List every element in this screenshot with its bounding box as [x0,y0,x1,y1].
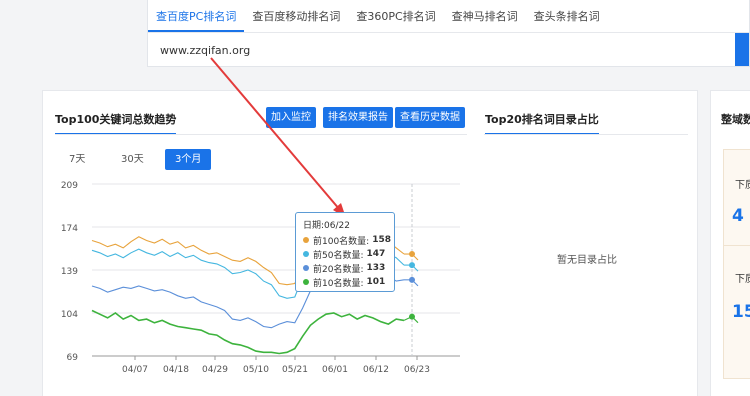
trend-chart: 69 104 139 174 209 04/07 04/18 04/29 05/10 05/21 0… [61,57,460,375]
tooltip-row-label: 前10名数量: [313,278,364,289]
y-tick-label: 139 [61,267,78,277]
series-point [409,251,415,258]
tooltip-row-value: 101 [366,277,386,287]
tooltip-row-label: 前100名数量: [313,236,370,247]
domain-stats-card: 整域数 下质 4 下质 15 [710,90,750,396]
series-point [409,313,415,320]
stat-value: 15 [732,302,750,322]
x-tick-label: 05/21 [282,365,308,375]
tooltip-row: 前100名数量: 158 [303,233,391,247]
tooltip-date: 日期:06/22 [303,221,350,231]
x-tick-label: 05/10 [243,365,269,375]
series-point [409,262,415,269]
tooltip-row-label: 前50名数量: [313,250,364,261]
domain-stats-title: 整域数 [721,113,750,126]
tooltip-row-value: 147 [366,249,386,259]
stat-value: 4 [732,206,744,226]
series-dot-icon [303,251,309,257]
tooltip-row: 前20名数量: 133 [303,261,387,275]
x-tick-label: 04/29 [202,365,228,375]
y-tick-label: 69 [67,353,79,363]
x-tick-label: 06/12 [363,365,389,375]
x-tick-label: 06/23 [404,365,430,375]
x-tick-label: 04/07 [122,365,148,375]
series-dot-icon [303,265,309,271]
tooltip-row-value: 133 [366,263,386,273]
series-line [91,309,405,355]
series-dot-icon [303,237,309,243]
x-tick-label: 04/18 [163,365,189,375]
y-tick-label: 174 [61,224,78,234]
y-tick-label: 209 [61,181,78,191]
tooltip-row: 前10名数量: 101 [303,275,387,289]
annotation-arrow [210,57,341,211]
series-point [409,276,415,283]
x-tick-label: 06/01 [322,365,348,375]
chart-tooltip: 日期:06/22 前100名数量: 158 前50名数量: 147 前20名数量… [295,212,395,292]
tooltip-row-label: 前20名数量: [313,264,364,275]
y-tick-label: 104 [61,310,78,320]
tooltip-row: 前50名数量: 147 [303,247,387,261]
stat-label: 下质 [735,274,750,285]
stat-label: 下质 [735,180,750,191]
domain-stats-box: 下质 4 下质 15 [723,149,750,379]
series-dot-icon [303,279,309,285]
stat-divider [724,245,750,246]
tooltip-row-value: 158 [372,235,392,245]
